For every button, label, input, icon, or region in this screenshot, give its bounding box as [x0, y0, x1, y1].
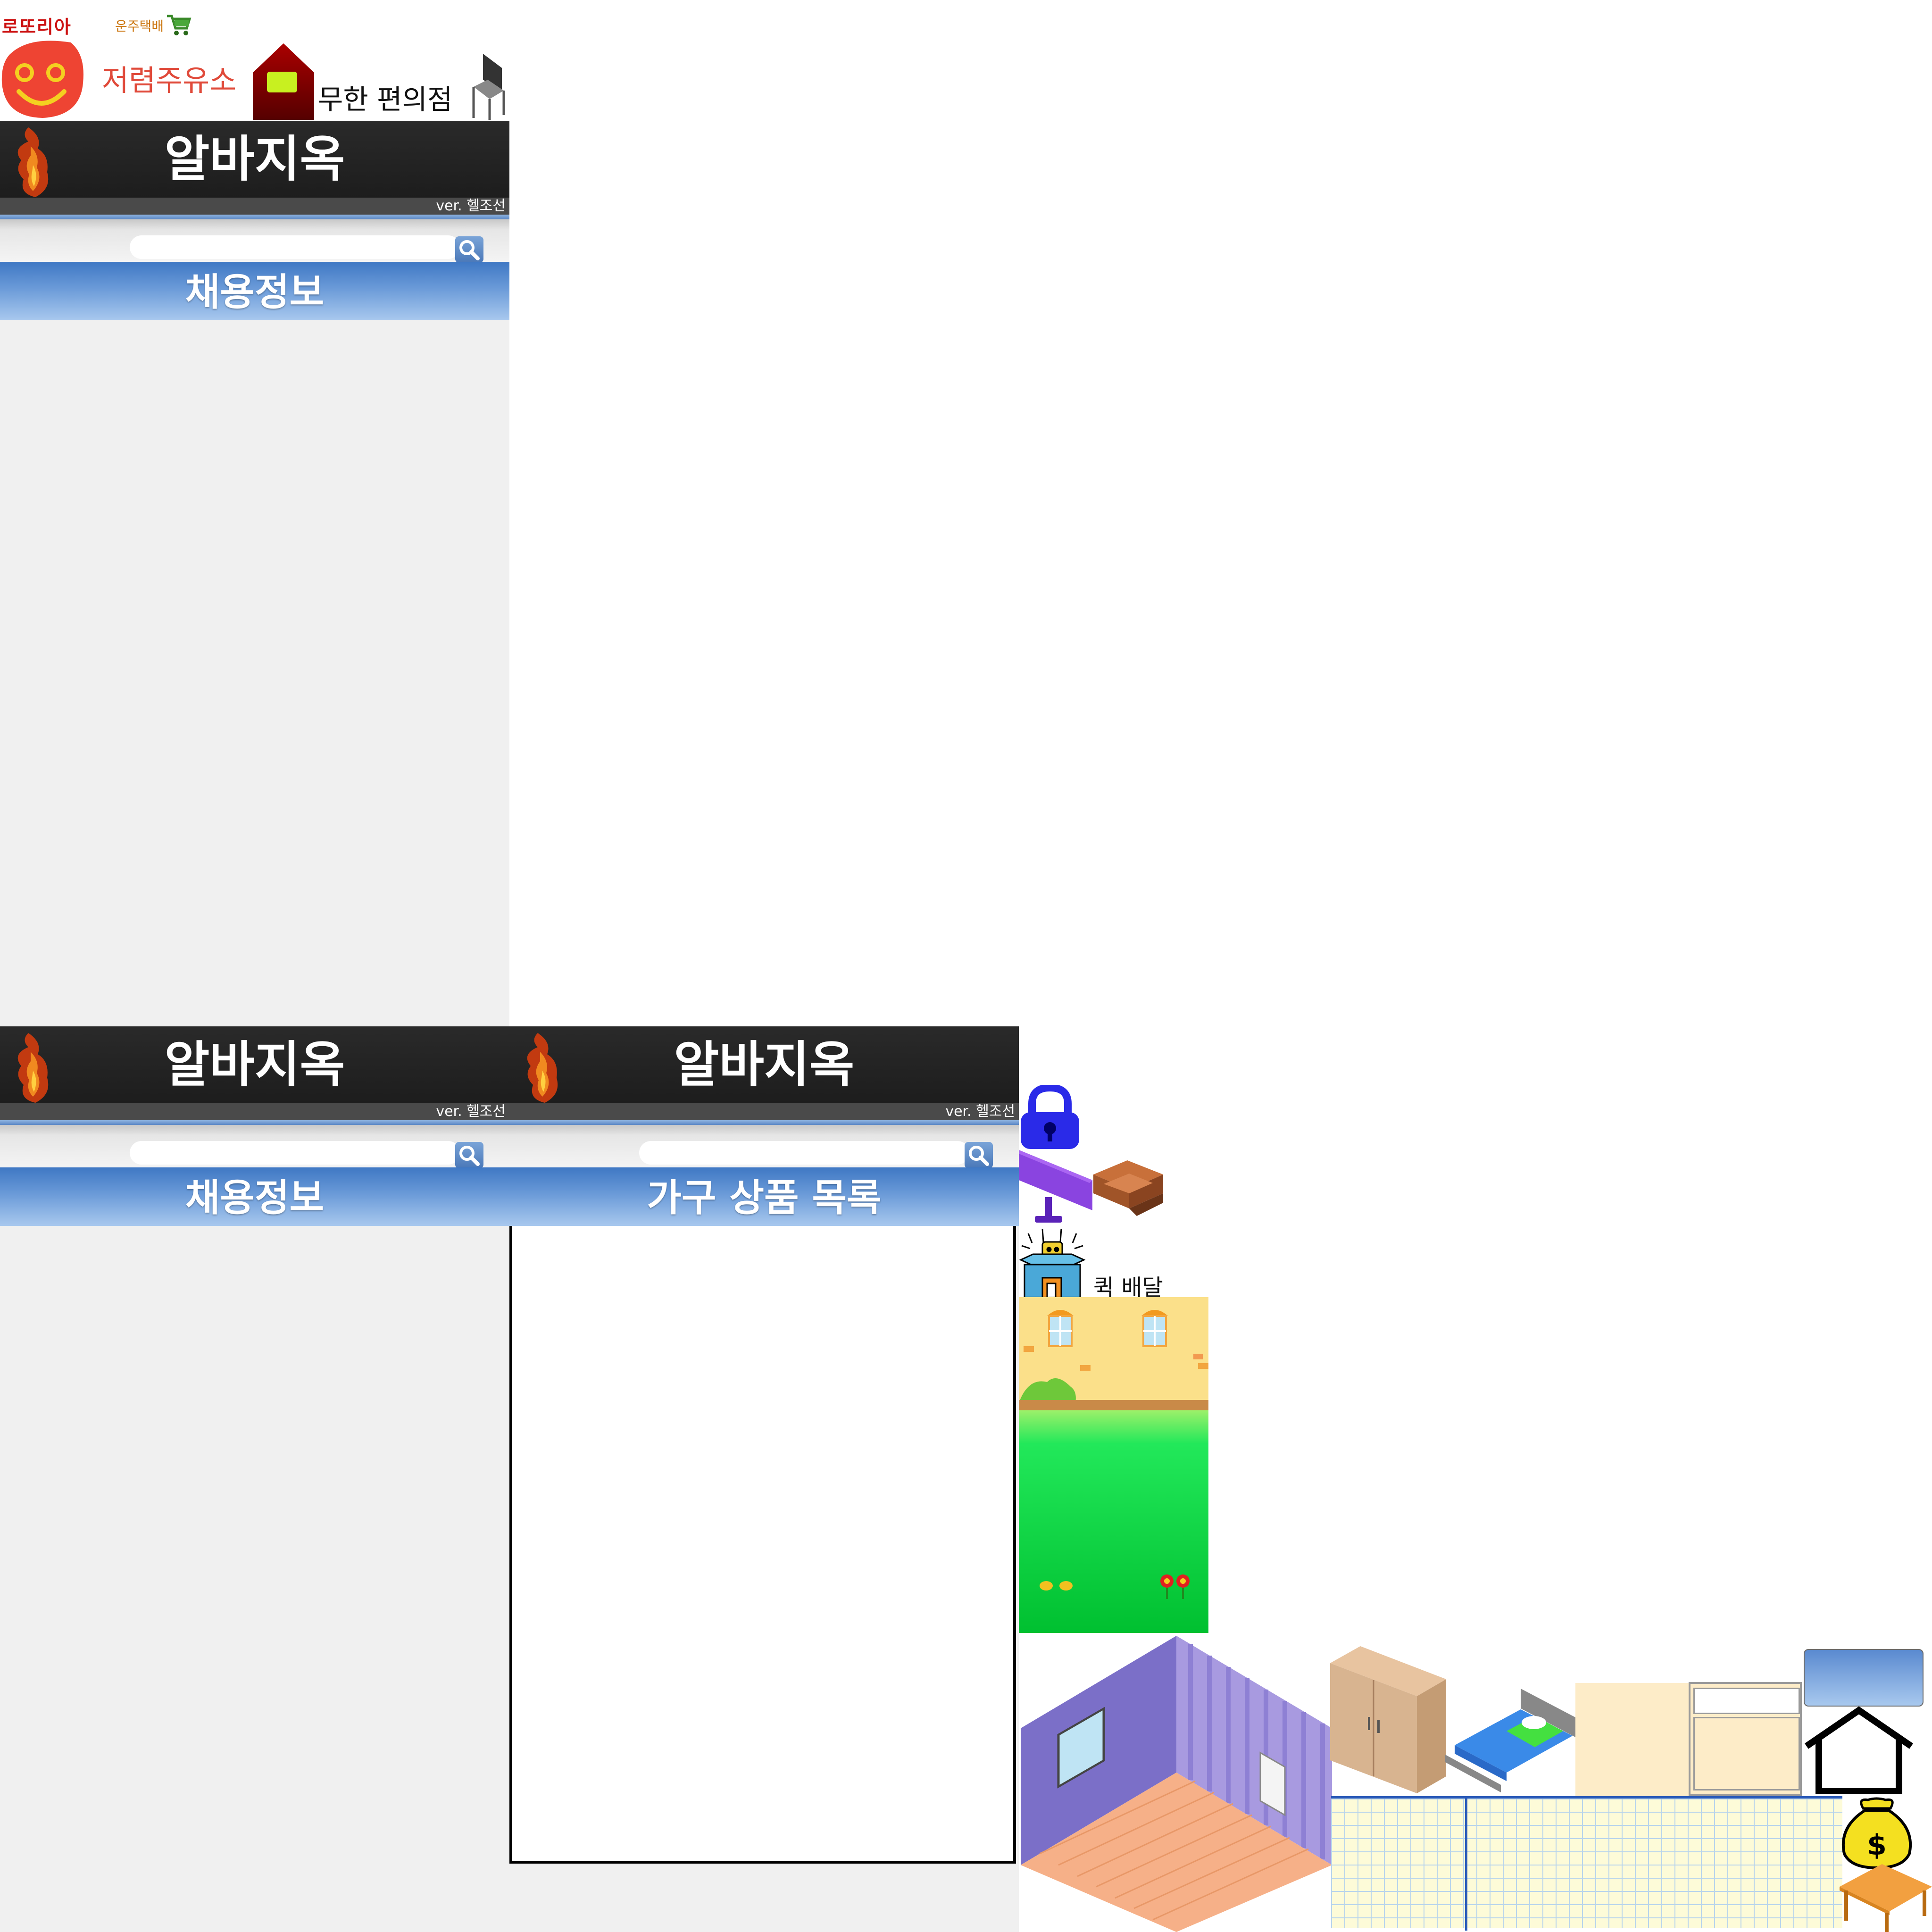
version-label: ver. 헬조선 [436, 1103, 506, 1120]
search-icon [969, 1146, 989, 1166]
delivery-shortcut[interactable]: 운주택배 [113, 13, 193, 37]
room-floor-tile [1021, 1636, 1332, 1932]
convenience-store-shortcut[interactable]: 무한 편의점 [253, 43, 508, 120]
sofa-icon[interactable] [1090, 1156, 1167, 1217]
search-bar [0, 219, 509, 263]
search-input[interactable] [639, 1141, 969, 1165]
job-panel-top: 알바지옥 ver. 헬조선 채용정보 [0, 121, 509, 1026]
search-button[interactable] [455, 236, 483, 263]
search-button[interactable] [965, 1142, 993, 1168]
version-bar: ver. 헬조선 [0, 1103, 509, 1120]
gas-station-shortcut[interactable]: 저렴주유소 [0, 35, 255, 120]
yard-background [1019, 1297, 1208, 1633]
gas-station-label: 저렴주유소 [102, 63, 237, 98]
divider [509, 1120, 1019, 1125]
app-header: 알바지옥 [0, 121, 509, 198]
section-header-jobs: 채용정보 [0, 262, 509, 320]
search-bar [0, 1125, 509, 1168]
app-title: 알바지옥 [164, 130, 345, 188]
cart-icon [167, 15, 192, 35]
job-panel-bottom: 알바지옥 ver. 헬조선 채용정보 [0, 1026, 509, 1932]
lock-icon[interactable] [1019, 1085, 1081, 1150]
version-bar: ver. 헬조선 [509, 1103, 1019, 1120]
chair-icon [472, 54, 505, 120]
search-input[interactable] [130, 1141, 460, 1165]
divider [0, 1120, 509, 1125]
version-bar: ver. 헬조선 [0, 198, 509, 215]
monitor-icon[interactable] [1019, 1150, 1092, 1225]
version-label: ver. 헬조선 [436, 198, 506, 214]
house-outline-icon[interactable] [1803, 1707, 1915, 1794]
app-title: 알바지옥 [674, 1036, 855, 1093]
search-button[interactable] [455, 1142, 483, 1168]
search-icon [459, 240, 480, 260]
convenience-store-label: 무한 편의점 [318, 83, 453, 116]
section-title: 가구 상품 목록 [647, 1176, 882, 1220]
app-header: 알바지옥 [509, 1026, 1019, 1103]
search-input[interactable] [130, 235, 460, 259]
blue-tile [1804, 1649, 1924, 1707]
section-header-jobs: 채용정보 [0, 1167, 509, 1226]
wardrobe-icon[interactable] [1330, 1646, 1448, 1793]
svg-text:$: $ [1867, 1829, 1887, 1862]
delivery-label: 운주택배 [115, 18, 164, 34]
tiled-floor [1331, 1796, 1842, 1931]
money-bag-icon[interactable]: $ [1839, 1797, 1915, 1869]
lotteria-label: 로또리아 [2, 17, 72, 37]
furniture-list[interactable] [509, 1226, 1016, 1864]
app-title: 알바지옥 [164, 1036, 345, 1093]
section-title: 채용정보 [185, 1176, 325, 1220]
version-label: ver. 헬조선 [945, 1103, 1015, 1120]
cabinet [1689, 1682, 1802, 1796]
search-bar [509, 1125, 1019, 1168]
smile-face-icon [1, 41, 83, 118]
lotteria-shortcut[interactable]: 로또리아 [0, 10, 108, 37]
app-header: 알바지옥 [0, 1026, 509, 1103]
search-icon [459, 1146, 480, 1166]
divider [0, 215, 509, 219]
red-house-icon [253, 43, 314, 120]
table-icon[interactable] [1840, 1864, 1932, 1932]
furniture-panel: 알바지옥 ver. 헬조선 가구 상품 목록 [509, 1026, 1019, 1932]
section-title: 채용정보 [185, 270, 325, 314]
counter-panel [1575, 1683, 1689, 1796]
section-header-furniture: 가구 상품 목록 [509, 1167, 1019, 1226]
delivery-box-icon[interactable] [1019, 1229, 1086, 1299]
bed-icon[interactable] [1445, 1689, 1576, 1792]
